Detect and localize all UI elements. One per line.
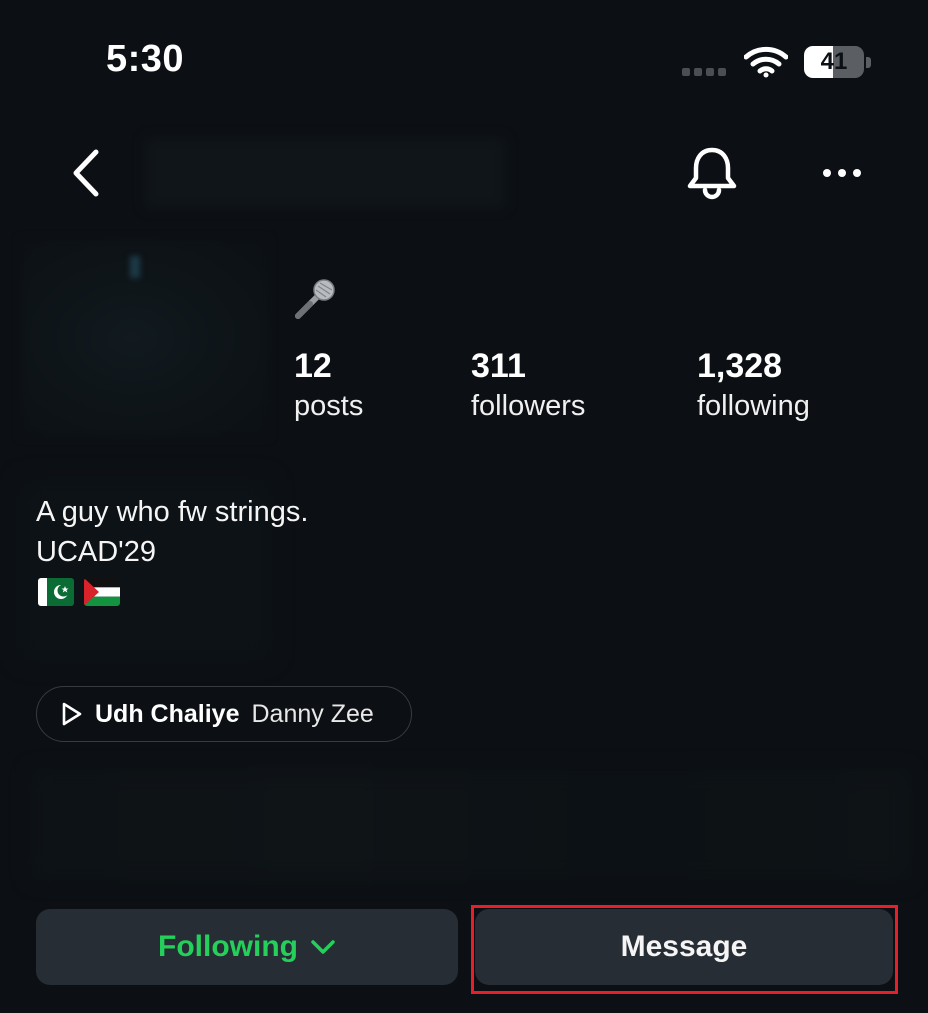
posts-count: 12 <box>294 347 332 385</box>
cellular-dots-icon <box>682 68 726 76</box>
ellipsis-icon[interactable] <box>818 160 866 186</box>
stat-posts[interactable]: 12 posts <box>294 346 363 426</box>
highlights-blurred <box>30 770 910 880</box>
bio-line: A guy who fw strings. <box>36 496 309 528</box>
message-button-label: Message <box>620 930 748 963</box>
message-button[interactable]: Message <box>475 909 893 985</box>
following-count: 1,328 <box>697 347 783 385</box>
battery-icon: 41 <box>804 46 872 80</box>
chevron-down-icon <box>311 940 335 954</box>
bio-line: UCAD'29 <box>36 536 156 568</box>
song-title: Udh Chaliye <box>95 699 240 728</box>
posts-label: posts <box>294 390 364 422</box>
pakistan-flag-icon <box>38 578 74 606</box>
wifi-icon <box>744 46 788 78</box>
song-artist: Danny Zee <box>251 699 374 728</box>
chevron-left-icon[interactable] <box>66 146 110 200</box>
bio: A guy who fw strings. UCAD'29 <box>36 492 308 572</box>
music-pill[interactable]: Udh Chaliye Danny Zee <box>36 686 412 742</box>
stat-followers[interactable]: 311 followers <box>471 346 585 426</box>
stat-following[interactable]: 1,328 following <box>697 346 810 426</box>
battery-level: 41 <box>820 48 848 75</box>
palestine-flag-icon <box>84 578 120 606</box>
following-label: following <box>697 390 810 422</box>
avatar[interactable] <box>20 238 270 438</box>
play-icon <box>62 702 82 726</box>
following-button[interactable]: Following <box>36 909 458 985</box>
followers-count: 311 <box>471 347 526 385</box>
following-button-label: Following <box>158 930 298 963</box>
profile-screen: 5:30 41 12 posts 311 followers 1,328 fol… <box>0 0 928 1013</box>
avatar-detail <box>130 256 140 278</box>
microphone-icon <box>295 279 335 319</box>
username-blurred <box>145 138 505 208</box>
followers-label: followers <box>471 390 586 422</box>
bell-icon[interactable] <box>684 144 740 202</box>
flags <box>38 578 120 606</box>
status-time: 5:30 <box>106 38 185 80</box>
